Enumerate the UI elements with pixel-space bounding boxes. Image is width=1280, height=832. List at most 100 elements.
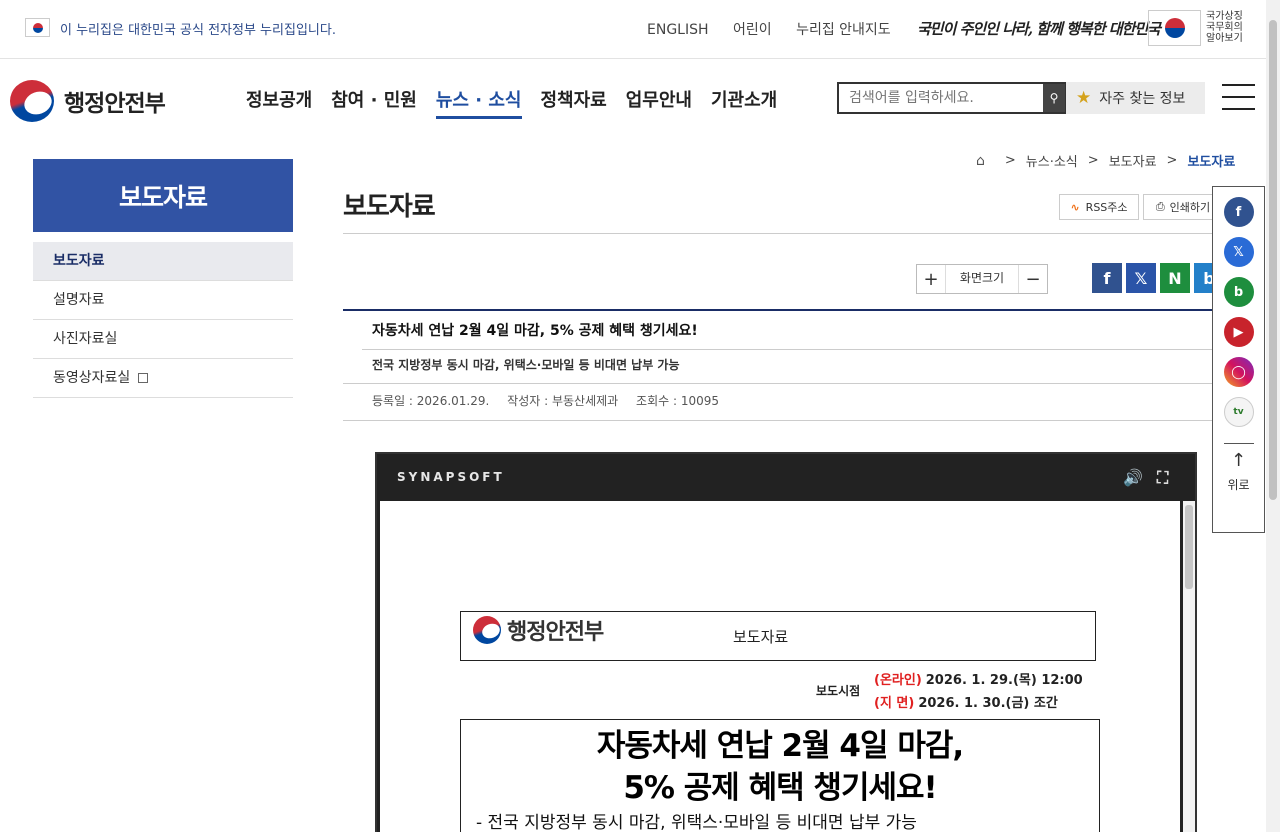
search-box: ⚲ xyxy=(837,82,1067,114)
time-value: 2026. 1. 30.(금) 조간 xyxy=(918,696,1058,711)
doc-header-box: 행정안전부 보도자료 xyxy=(460,611,1096,661)
rss-icon: ∿ xyxy=(1070,200,1080,214)
doc-headline-2: 5% 공제 혜택 챙기세요! xyxy=(623,770,937,806)
search-input[interactable] xyxy=(839,84,1044,112)
side-item-video-label: 동영상자료실 xyxy=(53,370,131,386)
share-facebook-icon[interactable]: f xyxy=(1092,263,1122,293)
doc-headline-box: 자동차세 연납 2월 4일 마감, 5% 공제 혜택 챙기세요! - 전국 지방… xyxy=(460,719,1100,832)
divider xyxy=(1223,443,1254,444)
facebook-icon[interactable]: f xyxy=(1223,197,1254,227)
breadcrumb-sep: > xyxy=(1087,153,1099,168)
nav-news[interactable]: 뉴스 · 소식 xyxy=(435,86,522,119)
nav-policy[interactable]: 정책자료 xyxy=(541,86,607,119)
top-links: ENGLISH 어린이 누리집 안내지도 xyxy=(647,19,911,39)
logo-text: 행정안전부 xyxy=(64,91,166,117)
meta-author: 작성자 : 부동산세제과 xyxy=(507,394,619,408)
national-symbol-link[interactable]: 국가상징 국무회의 알아보기 xyxy=(1206,11,1251,44)
doc-headline-1: 자동차세 연납 2월 4일 마감, xyxy=(596,728,964,764)
rss-label: RSS주소 xyxy=(1085,201,1128,214)
share-buttons: f 𝕏 N b xyxy=(1092,263,1228,293)
lnb-title: 보도자료 xyxy=(33,159,293,232)
time-tag: (온라인) xyxy=(874,673,922,688)
to-top-label[interactable]: 위로 xyxy=(1213,476,1264,493)
natsym-line-3: 알아보기 xyxy=(1206,33,1243,44)
gov-notice[interactable]: 이 누리집은 대한민국 공식 전자정부 누리집입니다. xyxy=(60,19,336,38)
article-meta: 등록일 : 2026.01.29. 작성자 : 부동산세제과 조회수 : 100… xyxy=(372,392,733,409)
time-tag: (지 면) xyxy=(874,696,915,711)
main-nav: 정보공개 참여 · 민원 뉴스 · 소식 정책자료 업무안내 기관소개 xyxy=(246,86,796,119)
divider xyxy=(343,383,1223,384)
site-logo[interactable]: 행정안전부 xyxy=(10,80,166,122)
natsym-line-2: 국무회의 xyxy=(1206,22,1243,33)
mois-emblem-icon xyxy=(10,80,54,122)
x-icon[interactable]: 𝕏 xyxy=(1223,237,1254,267)
breadcrumb-press[interactable]: 보도자료 xyxy=(1109,151,1157,170)
taegukgi-icon xyxy=(25,18,50,37)
nav-about[interactable]: 기관소개 xyxy=(711,86,777,119)
link-english[interactable]: ENGLISH xyxy=(647,22,709,38)
breadcrumb-current: 보도자료 xyxy=(1187,155,1236,170)
zoom-out-button[interactable]: − xyxy=(1019,269,1047,290)
blog-icon[interactable]: b xyxy=(1223,277,1254,307)
nav-work[interactable]: 업무안내 xyxy=(626,86,692,119)
gov-banner: 이 누리집은 대한민국 공식 전자정부 누리집입니다. ENGLISH 어린이 … xyxy=(0,0,1266,59)
instagram-icon[interactable]: ◯ xyxy=(1223,357,1254,387)
rss-button[interactable]: ∿ RSS주소 xyxy=(1059,194,1139,220)
link-kids[interactable]: 어린이 xyxy=(733,22,772,38)
youtube-icon[interactable]: ▶ xyxy=(1223,317,1254,347)
document-viewer: SYNAPSOFT 🔊 ⛶ 행정안전부 보도자료 보도시점 (온라인) 2026.… xyxy=(375,452,1197,832)
page-title: 보도자료 xyxy=(343,192,436,222)
share-naver-icon[interactable]: N xyxy=(1160,263,1190,293)
home-icon[interactable]: ⌂ xyxy=(976,153,985,169)
page-scrollbar[interactable] xyxy=(1266,0,1280,832)
meta-views: 조회수 : 10095 xyxy=(636,394,719,408)
share-x-icon[interactable]: 𝕏 xyxy=(1126,263,1156,293)
doc-logo: 행정안전부 xyxy=(473,614,604,646)
breadcrumb-sep: > xyxy=(1166,153,1178,168)
viewer-page: 행정안전부 보도자료 보도시점 (온라인) 2026. 1. 29.(목) 12:… xyxy=(380,501,1180,832)
viewer-scrollbar[interactable] xyxy=(1183,501,1195,832)
tv-icon[interactable]: tv xyxy=(1223,397,1254,427)
fullscreen-icon[interactable]: ⛶ xyxy=(1157,468,1171,488)
time-value: 2026. 1. 29.(목) 12:00 xyxy=(925,673,1083,688)
doc-logo-text: 행정안전부 xyxy=(507,620,604,645)
nav-info-disclosure[interactable]: 정보공개 xyxy=(246,86,312,119)
viewer-toolbar: SYNAPSOFT 🔊 ⛶ xyxy=(377,454,1195,500)
printer-icon: ⎙ xyxy=(1155,200,1165,213)
national-flag-icon[interactable] xyxy=(1148,10,1201,46)
link-sitemap[interactable]: 누리집 안내지도 xyxy=(796,22,891,38)
divider xyxy=(362,349,1222,350)
print-label: 인쇄하기 xyxy=(1169,201,1211,214)
side-nav: 보도자료 설명자료 사진자료실 동영상자료실 xyxy=(33,242,293,398)
menu-icon[interactable] xyxy=(1222,84,1255,110)
volume-icon[interactable]: 🔊 xyxy=(1123,468,1146,487)
nav-participation[interactable]: 참여 · 민원 xyxy=(331,86,417,119)
zoom-label: 화면크기 xyxy=(945,265,1019,293)
doc-kind: 보도자료 xyxy=(733,628,789,646)
side-item-photo[interactable]: 사진자료실 xyxy=(33,320,293,359)
side-item-explanation[interactable]: 설명자료 xyxy=(33,281,293,320)
viewer-brand: SYNAPSOFT xyxy=(397,470,505,484)
print-button[interactable]: ⎙ 인쇄하기 xyxy=(1143,194,1223,220)
zoom-in-button[interactable]: + xyxy=(917,269,945,290)
mois-emblem-icon xyxy=(473,616,501,644)
side-item-video[interactable]: 동영상자료실 xyxy=(33,359,293,398)
new-window-icon xyxy=(138,373,149,383)
doc-time-label: 보도시점 xyxy=(816,684,861,698)
arrow-up-icon[interactable]: ↑ xyxy=(1213,452,1264,470)
doc-time-print: (지 면) 2026. 1. 30.(금) 조간 xyxy=(874,692,1058,711)
favorite-label: 자주 찾는 정보 xyxy=(1099,91,1186,107)
divider xyxy=(343,309,1223,311)
doc-bullet: - 전국 지방정부 동시 마감, 위택스·모바일 등 비대면 납부 가능 xyxy=(476,813,917,832)
breadcrumb: ⌂ > 뉴스·소식 > 보도자료 > 보도자료 xyxy=(976,151,1236,171)
breadcrumb-news[interactable]: 뉴스·소식 xyxy=(1026,151,1078,170)
natsym-line-1: 국가상징 xyxy=(1206,11,1243,22)
side-item-press-release[interactable]: 보도자료 xyxy=(33,242,293,281)
search-icon[interactable]: ⚲ xyxy=(1043,84,1065,112)
favorite-info-button[interactable]: ★ 자주 찾는 정보 xyxy=(1066,82,1205,114)
meta-date: 등록일 : 2026.01.29. xyxy=(372,394,490,408)
divider xyxy=(343,233,1223,234)
breadcrumb-sep: > xyxy=(1004,153,1016,168)
gov-slogan: 국민이 주인인 나라, 함께 행복한 대한민국 xyxy=(917,20,1161,38)
star-icon: ★ xyxy=(1076,88,1092,108)
